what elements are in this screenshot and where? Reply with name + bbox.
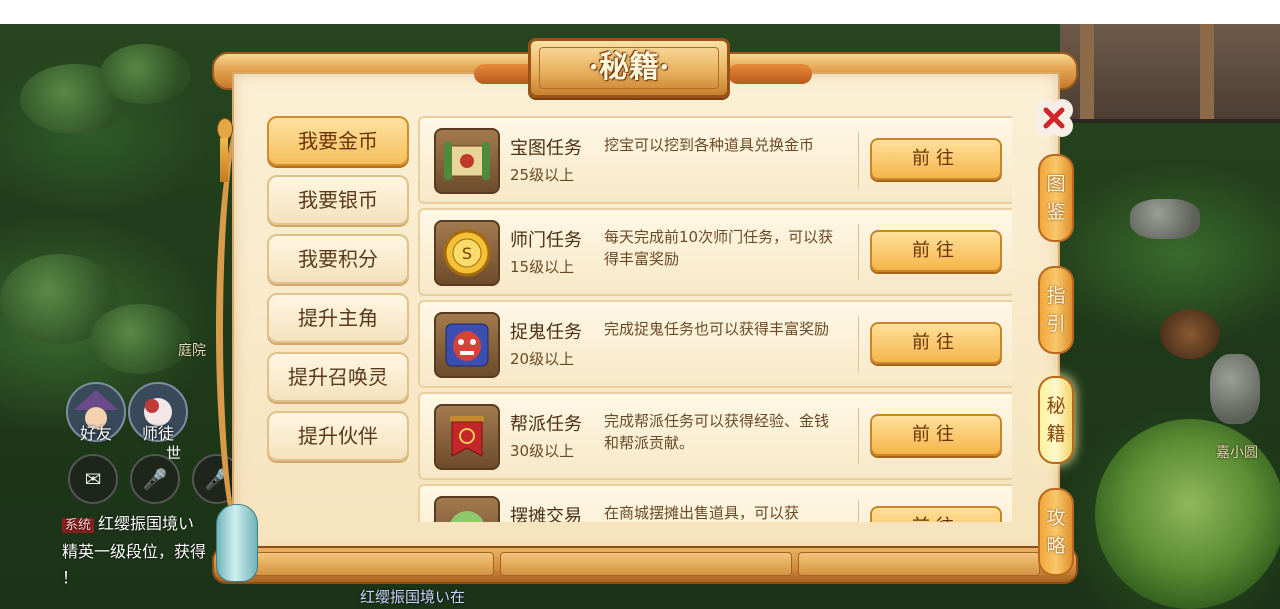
ghost-mask-icon <box>434 312 500 378</box>
close-button[interactable] <box>1032 96 1076 140</box>
task-row: 宝图任务 25级以上 挖宝可以挖到各种道具兑换金币 前往 <box>418 116 1012 204</box>
sect-coin-icon: S <box>434 220 500 286</box>
rod-segment <box>252 552 494 576</box>
go-button[interactable]: 前往 <box>870 138 1002 180</box>
category-gold[interactable]: 我要金币 <box>267 116 409 166</box>
rod-segment <box>798 552 1040 576</box>
panel-title: ·秘籍· <box>588 50 670 85</box>
category-hero[interactable]: 提升主角 <box>267 293 409 343</box>
task-description: 完成捉鬼任务也可以获得丰富奖励 <box>604 320 830 338</box>
bush <box>90 304 190 374</box>
microphone-icon: 🎤 <box>142 467 168 491</box>
task-level: 15级以上 <box>510 258 575 276</box>
task-name: 摆摊交易 <box>510 506 582 522</box>
mentor-button[interactable]: 师徒 <box>128 382 188 443</box>
tab-strategy[interactable]: 攻略 <box>1038 488 1074 576</box>
go-button[interactable]: 前往 <box>870 414 1002 456</box>
task-level: 30级以上 <box>510 442 575 460</box>
category-partner[interactable]: 提升伙伴 <box>267 411 409 461</box>
svg-text:S: S <box>462 244 472 263</box>
category-silver[interactable]: 我要银币 <box>267 175 409 225</box>
task-level: 25级以上 <box>510 166 575 184</box>
statue <box>1210 354 1260 424</box>
secrets-panel: ·秘籍· 我要金币 我要银币 我要积分 提升主角 提升召唤灵 提升伙伴 宝图任务… <box>212 30 1078 602</box>
rock <box>1130 199 1200 239</box>
category-summon[interactable]: 提升召唤灵 <box>267 352 409 402</box>
task-description: 每天完成前10次师门任务，可以获得丰富奖励 <box>604 228 834 268</box>
mentor-label: 师徒 <box>141 424 174 443</box>
task-description: 挖宝可以挖到各种道具兑换金币 <box>604 136 815 154</box>
npc-name-right[interactable]: 嘉小圆 <box>1216 442 1258 462</box>
status-bar <box>0 0 1280 24</box>
go-button[interactable]: 前往 <box>870 506 1002 522</box>
stall-icon <box>434 496 500 522</box>
task-name: 师门任务 <box>510 230 582 251</box>
task-row: 帮派任务 30级以上 完成帮派任务可以获得经验、金钱和帮派贡献。 前往 <box>418 392 1012 480</box>
shrub <box>1160 309 1220 359</box>
task-name: 捉鬼任务 <box>510 322 582 343</box>
chat-button[interactable]: ✉ <box>68 454 118 504</box>
rod-segment <box>500 552 792 576</box>
treasure-map-icon <box>434 128 500 194</box>
npc-name-left[interactable]: 庭院 <box>178 340 206 360</box>
building <box>1060 24 1280 123</box>
task-description: 完成帮派任务可以获得经验、金钱和帮派贡献。 <box>604 412 830 452</box>
task-row: 摆摊交易 在商城摆摊出售道具，可以获 前往 <box>418 484 1012 522</box>
guild-banner-icon <box>434 404 500 470</box>
bush <box>100 44 190 104</box>
category-points[interactable]: 我要积分 <box>267 234 409 284</box>
close-icon <box>1035 99 1073 137</box>
task-list[interactable]: 宝图任务 25级以上 挖宝可以挖到各种道具兑换金币 前往 S 师门任务 15级以… <box>418 116 1012 522</box>
friends-label: 好友 <box>79 424 112 443</box>
task-name: 宝图任务 <box>510 138 582 159</box>
chat-system-tag: 系统 <box>62 518 95 533</box>
task-row: 捉鬼任务 20级以上 完成捉鬼任务也可以获得丰富奖励 前往 <box>418 300 1012 388</box>
vase-ornament <box>216 504 258 582</box>
task-name: 帮派任务 <box>510 414 582 435</box>
title-plate: ·秘籍· <box>528 38 730 98</box>
task-level: 20级以上 <box>510 350 575 368</box>
tab-secrets[interactable]: 秘籍 <box>1038 376 1074 464</box>
task-row: S 师门任务 15级以上 每天完成前10次师门任务，可以获得丰富奖励 前往 <box>418 208 1012 296</box>
friends-button[interactable]: 好友 <box>66 382 126 443</box>
voice-badge: 世 <box>166 444 182 462</box>
task-description: 在商城摆摊出售道具，可以获 <box>604 504 800 522</box>
tab-codex[interactable]: 图鉴 <box>1038 154 1074 242</box>
title-ribbon-right <box>728 64 812 84</box>
go-button[interactable]: 前往 <box>870 230 1002 272</box>
tab-guide[interactable]: 指引 <box>1038 266 1074 354</box>
chat-line-1: 红缨振国境い <box>98 514 195 533</box>
go-button[interactable]: 前往 <box>870 322 1002 364</box>
chat-bubble-icon: ✉ <box>84 467 102 491</box>
tassel-ornament <box>217 88 233 188</box>
